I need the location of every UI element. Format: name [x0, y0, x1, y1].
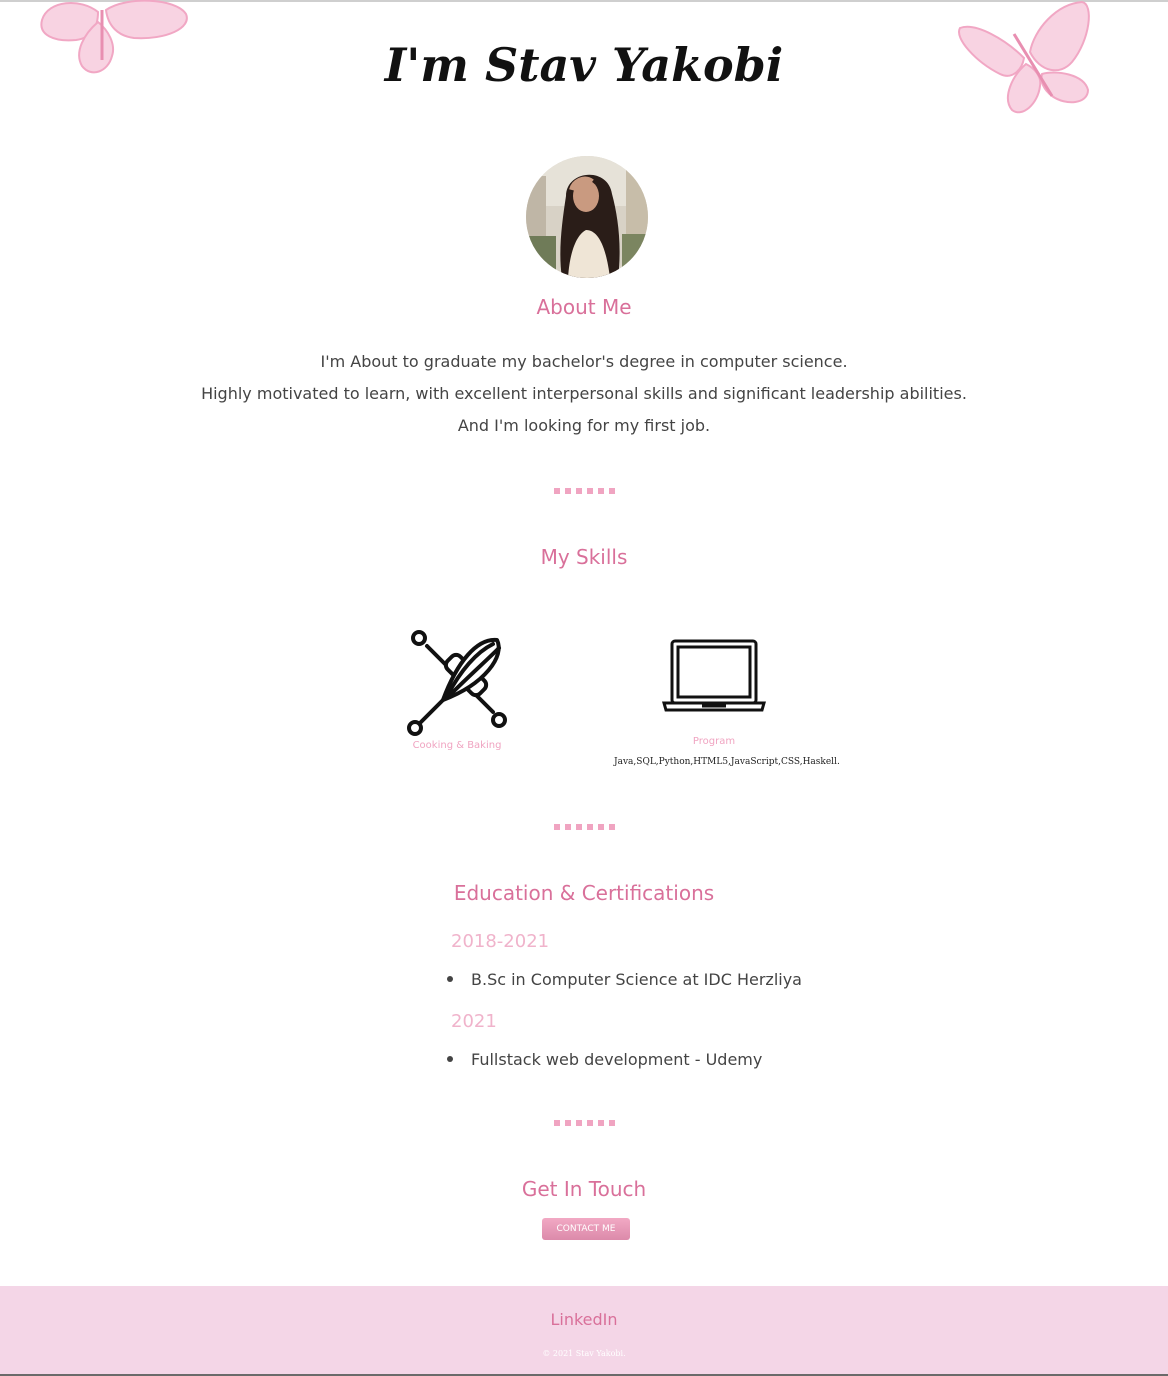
education-year: 2021 — [451, 1011, 497, 1032]
page-title: I'm Stav Yakobi — [384, 38, 784, 92]
skill-detail: Java,SQL,Python,HTML5,JavaScript,CSS,Has… — [614, 757, 840, 767]
section-divider — [554, 1120, 620, 1126]
about-heading: About Me — [536, 295, 632, 319]
education-heading: Education & Certifications — [453, 881, 715, 905]
skill-program: Program Java,SQL,Python,HTML5,JavaScript… — [614, 638, 840, 767]
profile-photo — [526, 156, 648, 278]
avatar — [526, 156, 648, 278]
whisk-rolling-pin-icon — [407, 630, 507, 736]
skill-label: Program — [692, 736, 736, 747]
education-item-text: Fullstack web development - Udemy — [471, 1050, 763, 1069]
about-line: And I'm looking for my first job. — [457, 416, 711, 435]
contact-me-button[interactable]: CONTACT ME — [542, 1218, 630, 1240]
section-divider — [554, 824, 620, 830]
skill-label: Cooking & Baking — [412, 740, 502, 751]
about-text: I'm About to graduate my bachelor's degr… — [0, 346, 1168, 442]
contact-heading: Get In Touch — [521, 1177, 647, 1201]
education-item-text: B.Sc in Computer Science at IDC Herzliya — [471, 970, 802, 989]
laptop-icon — [662, 639, 766, 712]
footer: LinkedIn © 2021 Stav Yakobi. — [0, 1286, 1168, 1374]
education-item: Fullstack web development - Udemy — [447, 1050, 762, 1069]
skill-cooking: Cooking & Baking — [397, 630, 517, 751]
about-line: I'm About to graduate my bachelor's degr… — [320, 352, 848, 371]
about-line: Highly motivated to learn, with excellen… — [201, 384, 967, 403]
education-year: 2018-2021 — [451, 931, 550, 952]
linkedin-link[interactable]: LinkedIn — [0, 1310, 1168, 1329]
bullet — [447, 1055, 453, 1062]
education-item: B.Sc in Computer Science at IDC Herzliya — [447, 970, 802, 989]
section-divider — [554, 488, 620, 494]
skills-heading: My Skills — [540, 545, 628, 569]
copyright: © 2021 Stav Yakobi. — [542, 1349, 626, 1358]
bullet — [447, 975, 453, 982]
